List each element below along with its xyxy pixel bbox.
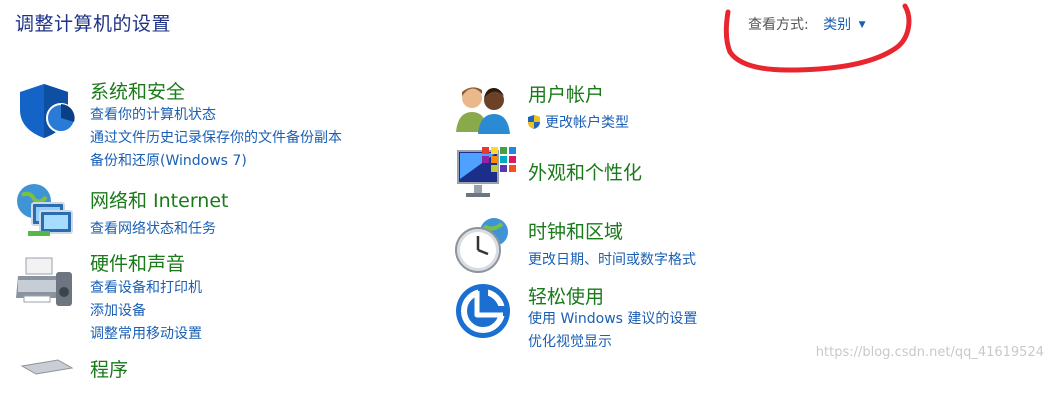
- link-change-account-type-label: 更改帐户类型: [545, 115, 629, 131]
- link-add-device[interactable]: 添加设备: [90, 300, 146, 320]
- red-annotation-mark: [723, 3, 912, 73]
- uac-shield-icon: [528, 115, 540, 129]
- category-appearance-personalization[interactable]: 外观和个性化: [528, 158, 642, 185]
- page-title: 调整计算机的设置: [15, 13, 172, 35]
- users-icon: [456, 87, 510, 134]
- monitor-icon: [457, 147, 516, 197]
- watermark: https://blog.csdn.net/qq_41619524: [815, 345, 1044, 360]
- view-by-label: 查看方式:: [748, 17, 809, 33]
- view-by-dropdown[interactable]: 类别: [823, 17, 851, 33]
- link-change-account-type[interactable]: 更改帐户类型: [526, 112, 629, 132]
- view-by: 查看方式: 类别 ▼: [748, 14, 866, 34]
- link-change-date-time-format[interactable]: 更改日期、时间或数字格式: [528, 249, 696, 269]
- shield-icon: [20, 84, 76, 138]
- printer-icon: [16, 257, 72, 306]
- link-view-computer-status[interactable]: 查看你的计算机状态: [90, 104, 216, 124]
- link-optimize-visual-display[interactable]: 优化视觉显示: [528, 331, 612, 351]
- category-network-internet[interactable]: 网络和 Internet: [90, 186, 228, 213]
- clock-icon: [455, 218, 508, 273]
- link-file-history-backup[interactable]: 通过文件历史记录保存你的文件备份副本: [90, 127, 342, 147]
- link-network-status[interactable]: 查看网络状态和任务: [90, 218, 216, 238]
- link-mobility-settings[interactable]: 调整常用移动设置: [90, 323, 202, 343]
- category-programs[interactable]: 程序: [90, 355, 128, 382]
- category-user-accounts[interactable]: 用户帐户: [528, 80, 604, 107]
- category-ease-of-access[interactable]: 轻松使用: [528, 282, 604, 309]
- category-hardware-sound[interactable]: 硬件和声音: [90, 249, 185, 276]
- category-clock-region[interactable]: 时钟和区域: [528, 217, 623, 244]
- programs-icon: [20, 359, 74, 375]
- link-recommended-settings[interactable]: 使用 Windows 建议的设置: [528, 308, 697, 328]
- network-icon: [17, 184, 73, 236]
- accessibility-icon: [456, 284, 510, 338]
- category-system-security[interactable]: 系统和安全: [90, 77, 185, 104]
- link-devices-printers[interactable]: 查看设备和打印机: [90, 277, 202, 297]
- link-backup-restore[interactable]: 备份和还原(Windows 7): [90, 150, 247, 170]
- chevron-down-icon[interactable]: ▼: [859, 20, 866, 30]
